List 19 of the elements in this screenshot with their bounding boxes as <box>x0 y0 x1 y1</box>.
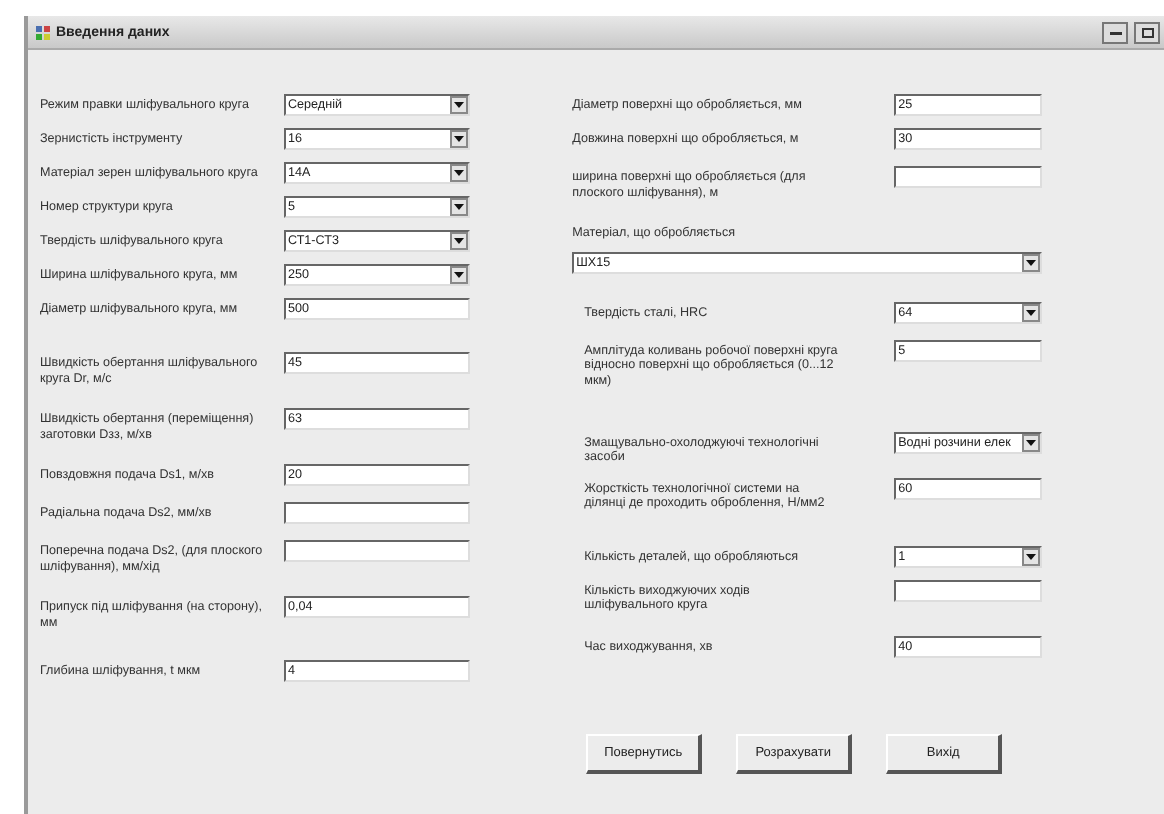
minimize-button[interactable] <box>1102 21 1128 43</box>
dropdown-arrow-icon <box>454 170 464 176</box>
input-field[interactable] <box>894 579 1043 601</box>
dropdown-arrow-icon <box>1026 553 1037 559</box>
dropdown-arrow-icon <box>454 136 464 142</box>
dropdown-arrow-icon <box>454 204 464 210</box>
input-field[interactable] <box>284 540 470 562</box>
minimize-icon <box>1109 28 1121 36</box>
dropdown-arrow-icon <box>1026 309 1037 315</box>
input-field[interactable] <box>894 166 1043 188</box>
dropdown-arrow-icon <box>454 238 464 244</box>
dropdown-arrow-icon <box>1026 439 1037 445</box>
restore-icon <box>1141 27 1153 37</box>
input-field[interactable] <box>284 502 470 524</box>
restore-button[interactable] <box>1134 21 1160 43</box>
dropdown-arrow-icon <box>454 272 464 278</box>
dropdown-arrow-icon <box>1026 259 1037 265</box>
app-icon <box>36 25 50 39</box>
dropdown-arrow-icon <box>454 102 464 108</box>
